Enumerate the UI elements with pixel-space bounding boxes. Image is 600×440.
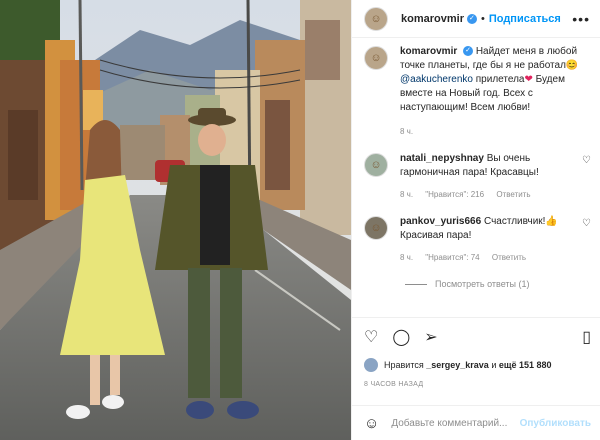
add-comment-bar: ☺ Добавьте комментарий... Опубликовать <box>352 405 600 440</box>
verified-badge-icon: ✓ <box>463 46 474 57</box>
comment-item: ☺ pankov_yuris666 Счастливчик!👍 Красивая… <box>352 208 600 265</box>
post-header: ☺ komarovmir ✓ • Подписаться ••• <box>352 0 600 38</box>
street-photo-image <box>0 0 351 440</box>
comment-likes[interactable]: "Нравится": 74 <box>425 253 479 262</box>
post-timestamp[interactable]: 8 ЧАСОВ НАЗАД <box>364 381 423 388</box>
comment-likes[interactable]: "Нравится": 216 <box>425 190 484 199</box>
comment-item: ☺ natali_nepyshnay Вы очень гармоничная … <box>352 145 600 202</box>
user-avatar-icon: ☺ <box>370 222 382 234</box>
mention-link[interactable]: @aakucherenko <box>400 74 473 85</box>
smile-emoji: 😊 <box>565 60 579 71</box>
user-avatar-icon: ☺ <box>370 52 382 64</box>
liker-username[interactable]: _sergey_krava <box>426 360 489 370</box>
caption-time[interactable]: 8 ч. <box>400 127 413 136</box>
user-avatar-icon: ☺ <box>370 159 382 171</box>
comment-input[interactable]: Добавьте комментарий... <box>391 418 507 429</box>
avatar[interactable]: ☺ <box>364 6 388 31</box>
comment-username[interactable]: natali_nepyshnay <box>400 153 484 164</box>
heart-icon[interactable]: ♡ <box>364 327 378 347</box>
reply-button[interactable]: Ответить <box>496 190 530 199</box>
avatar[interactable] <box>364 358 378 372</box>
avatar[interactable]: ☺ <box>364 153 388 177</box>
caption-text: прилетела <box>475 74 525 85</box>
publish-button[interactable]: Опубликовать <box>520 418 591 429</box>
save-icon[interactable]: ▯ <box>582 327 591 347</box>
comment-icon[interactable]: ◯ <box>392 327 410 347</box>
emoji-icon[interactable]: ☺ <box>364 415 379 432</box>
caption: ☺ komarovmir ✓ Найдет меня в любой точке… <box>352 38 600 139</box>
more-icon[interactable]: ••• <box>572 11 590 27</box>
comment-username[interactable]: pankov_yuris666 <box>400 216 481 227</box>
separator-dot: • <box>480 12 485 25</box>
view-replies-label: Посмотреть ответы (1) <box>435 279 530 289</box>
comment-time[interactable]: 8 ч. <box>400 190 413 199</box>
likes-summary: Нравится _sergey_krava и ещё 151 880 <box>364 358 552 372</box>
username-link[interactable]: komarovmir <box>401 13 464 25</box>
likes-count[interactable]: ещё 151 880 <box>499 360 552 370</box>
comment-like-heart-icon[interactable]: ♡ <box>582 218 591 265</box>
verified-badge-icon: ✓ <box>466 13 477 24</box>
comment-time[interactable]: 8 ч. <box>400 253 413 262</box>
post-photo[interactable] <box>0 0 351 440</box>
follow-button[interactable]: Подписаться <box>489 13 561 25</box>
likes-middle: и <box>491 360 497 370</box>
heart-emoji: ❤ <box>524 74 533 85</box>
share-icon[interactable]: ➢ <box>424 327 437 347</box>
caption-username[interactable]: komarovmir <box>400 46 457 57</box>
comment-like-heart-icon[interactable]: ♡ <box>582 155 591 202</box>
likes-prefix: Нравится <box>384 360 424 370</box>
user-avatar-icon: ☺ <box>370 12 382 25</box>
comments-list: ☺ komarovmir ✓ Найдет меня в любой точке… <box>352 46 600 289</box>
avatar[interactable]: ☺ <box>364 216 388 240</box>
action-bar: ♡ ◯ ➢ ▯ <box>352 317 600 355</box>
reply-button[interactable]: Ответить <box>492 253 526 262</box>
post-side-panel: ☺ komarovmir ✓ • Подписаться ••• ☺ komar… <box>351 0 600 440</box>
divider <box>405 283 427 285</box>
avatar[interactable]: ☺ <box>364 46 388 70</box>
view-replies-button[interactable]: Посмотреть ответы (1) <box>405 279 600 289</box>
